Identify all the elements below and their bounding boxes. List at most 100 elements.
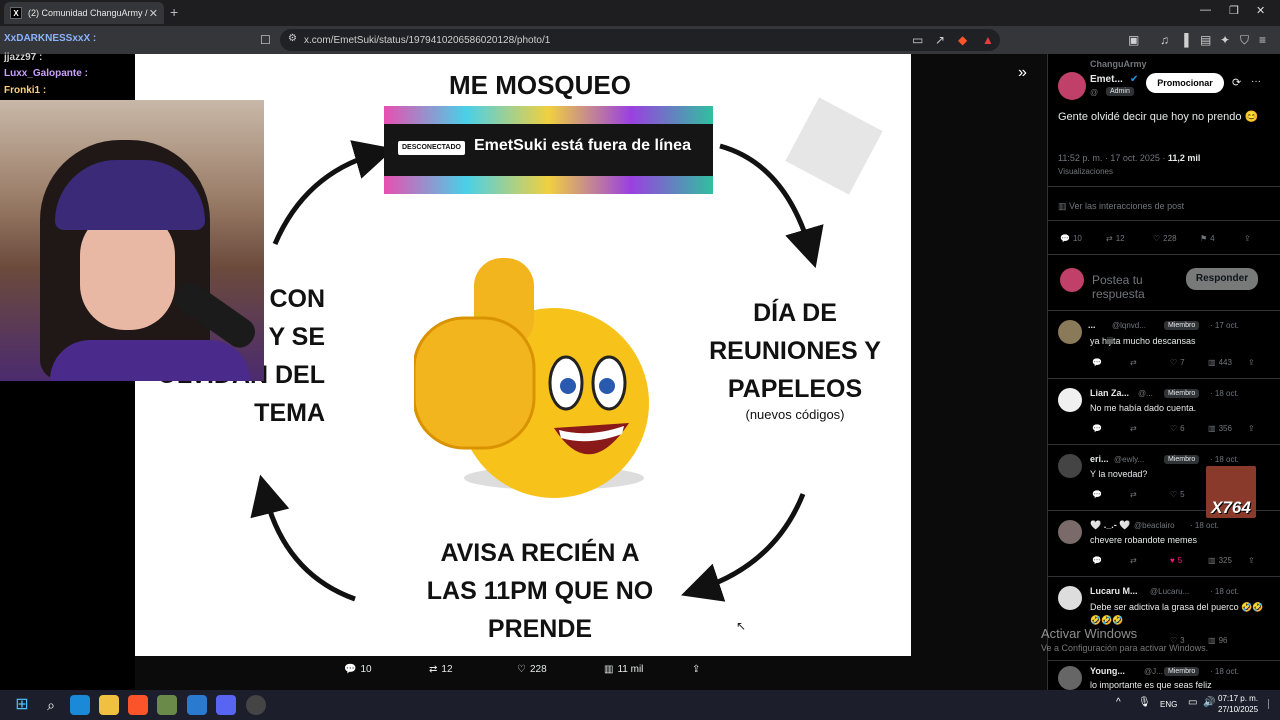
reply-share-icon[interactable]: ⇪ <box>1248 358 1255 367</box>
reply-item[interactable]: Lian Za... @... Miembro · 18 oct. No me … <box>1048 384 1280 446</box>
language-indicator[interactable]: ENG <box>1160 700 1177 709</box>
reply-author[interactable]: 🤍 ._.- 🤍 <box>1090 520 1130 531</box>
community-name[interactable]: ChanguArmy <box>1090 59 1147 69</box>
vpn-icon[interactable]: ⛉ <box>1240 33 1249 48</box>
minecraft-icon[interactable] <box>157 695 177 715</box>
minimize-icon[interactable]: — <box>1200 4 1211 16</box>
close-window-icon[interactable]: ✕ <box>1256 4 1265 17</box>
reply-share-icon[interactable]: ⇪ <box>1248 556 1255 565</box>
reply-views[interactable]: ▥ 96 <box>1208 636 1227 645</box>
obs-icon[interactable] <box>246 695 266 715</box>
reply-button[interactable]: Responder <box>1186 268 1258 290</box>
reply-views[interactable]: ▥ 325 <box>1208 556 1232 565</box>
bookmark-icon[interactable]: ☐ <box>260 33 271 47</box>
edge-icon[interactable] <box>70 695 90 715</box>
reply-avatar[interactable] <box>1058 454 1082 478</box>
network-icon[interactable]: ▭ <box>1188 697 1197 708</box>
reply-item[interactable]: Young... @J... Miembro · 18 oct. lo impo… <box>1048 664 1280 690</box>
reply-handle: @Lucaru... <box>1150 587 1190 596</box>
reply-repost-icon[interactable]: ⇄ <box>1130 556 1137 565</box>
reply-reply-icon[interactable]: 💬 <box>1092 424 1102 433</box>
reply-repost-icon[interactable]: ⇄ <box>1130 358 1137 367</box>
reply-share-icon[interactable]: ⇪ <box>1248 424 1255 433</box>
activate-windows-subtitle: Ve a Configuración para activar Windows. <box>1041 643 1209 653</box>
discord-icon[interactable] <box>216 695 236 715</box>
reply-author[interactable]: Young... <box>1090 666 1125 676</box>
chat-message: Fronki1 : <box>4 85 46 96</box>
expand-panel-icon[interactable]: » <box>1018 64 1027 82</box>
like-stat[interactable]: ♡ 228 <box>1153 234 1177 243</box>
show-desktop-button[interactable] <box>1268 699 1274 709</box>
views-count-button[interactable]: ▥ 11 mil <box>604 664 643 675</box>
search-icon[interactable]: ⌕ <box>41 695 61 715</box>
leo-icon[interactable]: ✦ <box>1220 33 1230 47</box>
browser-tab[interactable]: X (2) Comunidad ChanguArmy / X ✕ <box>4 2 164 24</box>
promote-button[interactable]: Promocionar <box>1146 73 1224 93</box>
share-stat[interactable]: ⇪ <box>1244 234 1251 243</box>
reply-item[interactable]: ... @lqnvd... Miembro · 17 oct. ya hijit… <box>1048 316 1280 382</box>
microphone-tray-icon[interactable]: 🎙 <box>1138 697 1151 708</box>
volume-icon[interactable]: 🔊 <box>1203 697 1215 708</box>
author-name[interactable]: Emet... <box>1090 74 1123 85</box>
reply-author[interactable]: eri... <box>1090 454 1109 464</box>
reply-reply-icon[interactable]: 💬 <box>1092 556 1102 565</box>
webcam-overlay <box>0 100 264 381</box>
share-icon[interactable]: ↗ <box>935 33 945 47</box>
site-info-icon[interactable]: ⚙ <box>288 33 297 44</box>
address-bar[interactable]: ⚙ x.com/EmetSuki/status/1979410206586020… <box>280 29 1000 51</box>
reply-stat[interactable]: 💬 10 <box>1060 234 1082 243</box>
author-avatar[interactable] <box>1058 72 1086 100</box>
reply-reply-icon[interactable]: 💬 <box>1092 358 1102 367</box>
more-options-icon[interactable]: ··· <box>1251 76 1261 87</box>
reply-count-button[interactable]: 💬 10 <box>344 664 372 675</box>
menu-icon[interactable]: ≡ <box>1259 33 1266 47</box>
start-windows-icon[interactable]: ⊞ <box>12 695 32 715</box>
reply-views[interactable]: ▥ 443 <box>1208 358 1232 367</box>
share-post-button[interactable]: ⇪ <box>692 664 700 675</box>
bookmark-stat[interactable]: ⚑ 4 <box>1200 234 1215 243</box>
reply-repost-icon[interactable]: ⇄ <box>1130 490 1137 499</box>
reply-avatar[interactable] <box>1058 666 1082 690</box>
grok-icon[interactable]: ⟳ <box>1232 76 1241 89</box>
new-tab-button[interactable]: + <box>170 4 178 20</box>
reply-views-count: 325 <box>1218 556 1232 565</box>
reply-author[interactable]: Lian Za... <box>1090 388 1129 398</box>
reply-like-count: 5 <box>1177 556 1183 565</box>
reply-input[interactable]: Postea tu respuesta <box>1092 273 1167 301</box>
reply-like[interactable]: ♡ 6 <box>1170 424 1185 433</box>
reply-like[interactable]: ♡ 7 <box>1170 358 1185 367</box>
tray-chevron-icon[interactable]: ^ <box>1116 697 1121 708</box>
reply-text: chevere robandote memes <box>1090 535 1198 545</box>
reply-views[interactable]: ▥ 356 <box>1208 424 1232 433</box>
photos-icon[interactable] <box>187 695 207 715</box>
sidebar-icon[interactable]: ▣ <box>1128 33 1139 47</box>
like-count-button[interactable]: ♡ 228 <box>517 664 547 675</box>
brave-shield-icon[interactable]: ◆ <box>958 33 967 47</box>
system-clock[interactable]: 07:17 p. m. 27/10/2025 <box>1218 693 1258 715</box>
reply-avatar[interactable] <box>1058 520 1082 544</box>
reply-avatar[interactable] <box>1058 586 1082 610</box>
close-tab-icon[interactable]: ✕ <box>149 7 158 20</box>
reply-author[interactable]: ... <box>1088 320 1096 330</box>
music-icon[interactable]: ♫ <box>1160 33 1169 47</box>
reply-item[interactable]: 🤍 ._.- 🤍 @beaclairo · 18 oct. chevere ro… <box>1048 516 1280 578</box>
reply-like[interactable]: ♥ 5 <box>1170 556 1182 565</box>
file-explorer-icon[interactable] <box>99 695 119 715</box>
repost-stat[interactable]: ⇄ 12 <box>1106 234 1125 243</box>
reply-repost-icon[interactable]: ⇄ <box>1130 424 1137 433</box>
rewards-icon[interactable]: ▲ <box>982 33 994 47</box>
post-timestamp: 11:52 p. m. · 17 oct. 2025 · 11,2 mil <box>1058 153 1200 163</box>
brave-icon[interactable] <box>128 695 148 715</box>
cast-icon[interactable]: ▭ <box>912 33 923 47</box>
repost-count-button[interactable]: ⇄ 12 <box>429 664 453 675</box>
reply-author[interactable]: Lucaru M... <box>1090 586 1138 596</box>
panel-icon[interactable]: ▐ <box>1180 33 1189 47</box>
reply-avatar[interactable] <box>1058 388 1082 412</box>
reply-reply-icon[interactable]: 💬 <box>1092 490 1102 499</box>
interactions-link[interactable]: ▥ Ver las interacciones de post <box>1058 201 1184 212</box>
reply-avatar[interactable] <box>1058 320 1082 344</box>
reply-like[interactable]: ♡ 5 <box>1170 490 1185 499</box>
wallet-icon[interactable]: ▤ <box>1200 33 1211 47</box>
offline-banner: DESCONECTADO EmetSuki está fuera de líne… <box>384 106 713 194</box>
restore-icon[interactable]: ❐ <box>1229 4 1239 17</box>
